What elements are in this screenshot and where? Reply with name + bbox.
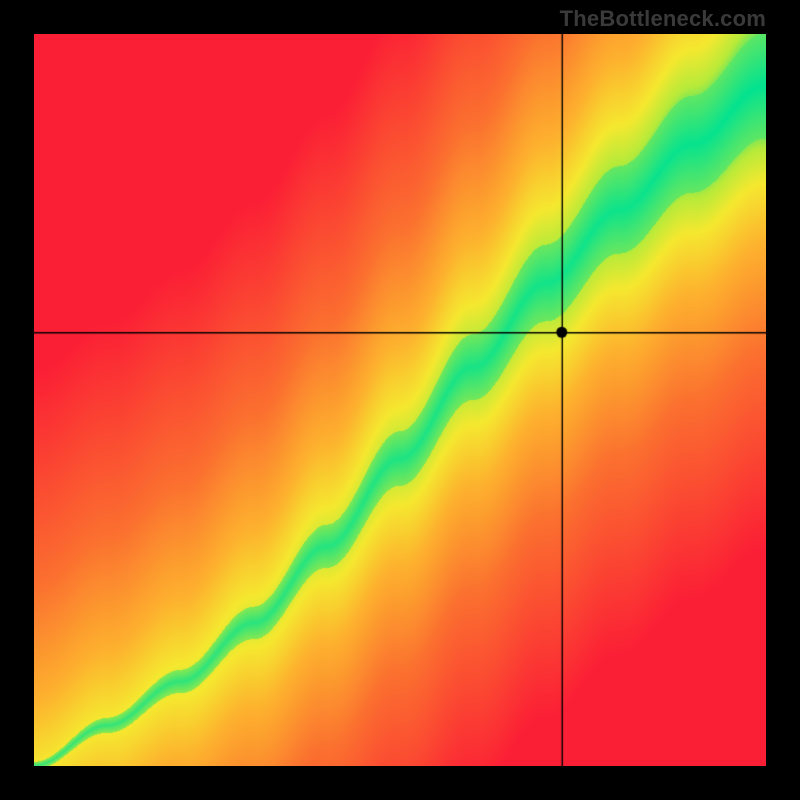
chart-frame: TheBottleneck.com: [0, 0, 800, 800]
watermark-text: TheBottleneck.com: [560, 6, 766, 32]
overlay-canvas: [34, 34, 766, 766]
plot-area: [34, 34, 766, 766]
